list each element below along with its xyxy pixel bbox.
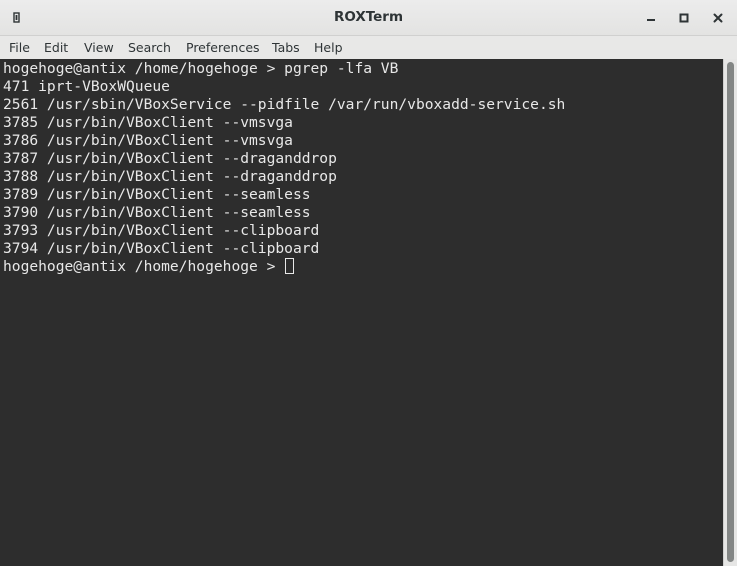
terminal-line: 3787 /usr/bin/VBoxClient --draganddrop — [3, 150, 337, 167]
menu-tabs[interactable]: Tabs — [272, 40, 300, 55]
menu-search[interactable]: Search — [128, 40, 171, 55]
maximize-icon[interactable] — [674, 8, 694, 28]
minimize-icon[interactable] — [641, 8, 661, 28]
close-icon[interactable] — [708, 8, 728, 28]
terminal-prompt-line[interactable]: hogehoge@antix /home/hogehoge > — [3, 258, 295, 276]
terminal-scrollbar[interactable] — [723, 59, 737, 566]
terminal-cursor — [285, 258, 295, 274]
terminal-line: 3794 /usr/bin/VBoxClient --clipboard — [3, 240, 320, 257]
menu-help[interactable]: Help — [314, 40, 343, 55]
terminal-prompt: hogehoge@antix /home/hogehoge > — [3, 258, 285, 275]
terminal-line: 3786 /usr/bin/VBoxClient --vmsvga — [3, 132, 293, 149]
terminal-line: 3788 /usr/bin/VBoxClient --draganddrop — [3, 168, 337, 185]
terminal-line: 3789 /usr/bin/VBoxClient --seamless — [3, 186, 311, 203]
terminal-line: 471 iprt-VBoxWQueue — [3, 78, 170, 95]
terminal-line: 3785 /usr/bin/VBoxClient --vmsvga — [3, 114, 293, 131]
menu-view[interactable]: View — [84, 40, 114, 55]
menu-edit[interactable]: Edit — [44, 40, 68, 55]
terminal-line: 2561 /usr/sbin/VBoxService --pidfile /va… — [3, 96, 566, 113]
menu-file[interactable]: File — [9, 40, 30, 55]
menu-preferences[interactable]: Preferences — [186, 40, 260, 55]
scrollbar-thumb[interactable] — [727, 62, 734, 562]
window-title: ROXTerm — [333, 9, 404, 25]
terminal-line: 3793 /usr/bin/VBoxClient --clipboard — [3, 222, 320, 239]
roxterm-window: ROXTerm File Edit View Search Preference… — [0, 0, 737, 566]
terminal-output[interactable]: hogehoge@antix /home/hogehoge > pgrep -l… — [0, 59, 723, 566]
terminal-line: 3790 /usr/bin/VBoxClient --seamless — [3, 204, 311, 221]
title-bar[interactable]: ROXTerm — [0, 0, 737, 36]
terminal-line: hogehoge@antix /home/hogehoge > pgrep -l… — [3, 60, 399, 77]
menu-bar: File Edit View Search Preferences Tabs H… — [0, 36, 737, 59]
